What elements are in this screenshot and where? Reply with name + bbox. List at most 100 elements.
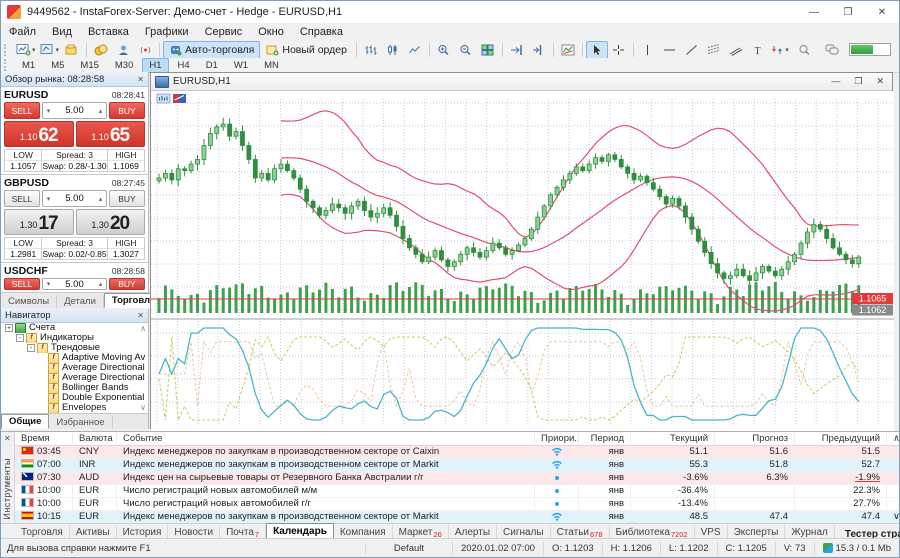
navigator-tab-Избранное[interactable]: Избранное bbox=[49, 416, 112, 429]
zoom-out-button[interactable] bbox=[455, 41, 477, 59]
calendar-event-row[interactable]: 07:30AUDИндекс цен на сырьевые товары от… bbox=[15, 472, 899, 485]
zoom-in-button[interactable] bbox=[433, 41, 455, 59]
volume-decrease-icon[interactable]: ▾ bbox=[43, 280, 54, 288]
auto-trading-toggle[interactable]: Авто-торговля bbox=[163, 41, 260, 59]
navigator-item-adaptive-moving-av[interactable]: fAdaptive Moving Av bbox=[1, 353, 148, 363]
sell-button[interactable]: SELL bbox=[4, 278, 40, 290]
volume-decrease-icon[interactable]: ▾ bbox=[43, 107, 54, 115]
timeframe-button-MN[interactable]: MN bbox=[257, 58, 286, 73]
signal-button[interactable] bbox=[134, 41, 156, 59]
navigator-item-трендовые[interactable]: -fТрендовые bbox=[1, 343, 148, 353]
search-icon[interactable] bbox=[793, 41, 815, 59]
sell-button[interactable]: SELL bbox=[4, 190, 40, 207]
menu-item-Файл[interactable]: Файл bbox=[1, 24, 44, 40]
timeframe-bar-grip[interactable] bbox=[4, 59, 11, 71]
navigator-item-double-exponential[interactable]: fDouble Exponential bbox=[1, 393, 148, 403]
market-watch-tab-Символы[interactable]: Символы bbox=[1, 295, 57, 308]
volume-stepper[interactable]: ▾ 5.00 ▴ bbox=[42, 278, 107, 290]
price-chart-canvas[interactable]: 1.10651.1062 bbox=[151, 91, 894, 431]
menu-item-Сервис[interactable]: Сервис bbox=[197, 24, 251, 40]
market-watch-tab-Детали[interactable]: Детали bbox=[57, 295, 104, 308]
crosshair-tool-button[interactable] bbox=[608, 41, 630, 59]
chart-minimize-button[interactable]: — bbox=[831, 76, 840, 87]
timeframe-button-M5[interactable]: M5 bbox=[44, 58, 71, 73]
bid-price[interactable]: 1.10 62 bbox=[4, 121, 74, 147]
navigator-tab-Общие[interactable]: Общие bbox=[1, 414, 49, 429]
scroll-down-icon[interactable]: ∨ bbox=[140, 282, 146, 291]
close-icon[interactable]: ✕ bbox=[4, 434, 11, 443]
indicators-button[interactable] bbox=[557, 41, 579, 59]
cursor-tool-button[interactable] bbox=[586, 41, 608, 59]
calendar-event-row[interactable]: 10:00EURЧисло регистраций новых автомоби… bbox=[15, 498, 899, 511]
volume-decrease-icon[interactable]: ▾ bbox=[43, 195, 54, 203]
navigator-item-счета[interactable]: +Счета bbox=[1, 323, 148, 333]
new-order-button[interactable]: Новый ордер bbox=[260, 41, 353, 59]
maximize-button[interactable]: ❐ bbox=[831, 1, 865, 23]
volume-stepper[interactable]: ▾ 5.00 ▴ bbox=[42, 190, 107, 207]
close-button[interactable]: ✕ bbox=[865, 1, 899, 23]
navigator-item-average-directional[interactable]: fAverage Directional bbox=[1, 373, 148, 383]
scroll-up-icon[interactable]: ∧ bbox=[887, 433, 899, 444]
navigator-item-envelopes[interactable]: fEnvelopes bbox=[1, 403, 148, 413]
calendar-event-row[interactable]: 07:00INRИндекс менеджеров по закупкам в … bbox=[15, 459, 899, 472]
toolbar-grip[interactable] bbox=[4, 44, 11, 56]
timeframe-button-W1[interactable]: W1 bbox=[227, 58, 255, 73]
navigator-item-индикаторы[interactable]: -fИндикаторы bbox=[1, 333, 148, 343]
menu-item-Вид[interactable]: Вид bbox=[44, 24, 80, 40]
status-profile[interactable]: Default bbox=[366, 542, 453, 555]
menu-item-Графики[interactable]: Графики bbox=[137, 24, 197, 40]
profiles-folder-button[interactable] bbox=[61, 41, 83, 59]
calendar-column-header[interactable]: Событие bbox=[117, 433, 535, 444]
algo-trading-button[interactable] bbox=[112, 41, 134, 59]
timeframe-button-M30[interactable]: M30 bbox=[108, 58, 140, 73]
tree-toggle-icon[interactable]: - bbox=[16, 334, 24, 342]
sell-button[interactable]: SELL bbox=[4, 102, 40, 119]
calendar-column-header[interactable]: Прогноз bbox=[715, 433, 795, 444]
ask-price[interactable]: 1.30 20 bbox=[76, 209, 146, 235]
horizontal-line-tool-button[interactable] bbox=[659, 41, 681, 59]
autoscroll-button[interactable] bbox=[506, 41, 528, 59]
navigator-item-average-directional[interactable]: fAverage Directional bbox=[1, 363, 148, 373]
close-icon[interactable]: ✕ bbox=[137, 311, 144, 320]
chart-close-button[interactable]: ✕ bbox=[876, 76, 884, 87]
scroll-down-icon[interactable]: ∨ bbox=[140, 403, 146, 412]
scroll-up-icon[interactable]: ∧ bbox=[140, 324, 146, 333]
calendar-column-header[interactable]: Время bbox=[15, 433, 73, 444]
trendline-tool-button[interactable] bbox=[681, 41, 703, 59]
timeframe-button-H1[interactable]: H1 bbox=[142, 58, 168, 73]
volume-value[interactable]: 5.00 bbox=[54, 193, 95, 204]
calendar-event-row[interactable]: 03:45CNYИндекс менеджеров по закупкам в … bbox=[15, 446, 899, 459]
calendar-column-header[interactable]: Текущий bbox=[631, 433, 715, 444]
chart-shift-button[interactable] bbox=[528, 41, 550, 59]
tree-toggle-icon[interactable]: + bbox=[5, 324, 13, 332]
volume-increase-icon[interactable]: ▴ bbox=[95, 107, 106, 115]
bar-chart-mode-button[interactable] bbox=[360, 41, 382, 59]
arrows-tool-button[interactable]: ▾ bbox=[769, 41, 791, 59]
timeframe-button-D1[interactable]: D1 bbox=[199, 58, 225, 73]
tree-toggle-icon[interactable]: - bbox=[27, 344, 35, 352]
menu-item-Окно[interactable]: Окно bbox=[250, 24, 292, 40]
fibonacci-tool-button[interactable] bbox=[703, 41, 725, 59]
calendar-event-row[interactable]: 10:00EURЧисло регистраций новых автомоби… bbox=[15, 485, 899, 498]
menu-item-Вставка[interactable]: Вставка bbox=[80, 24, 137, 40]
volume-increase-icon[interactable]: ▴ bbox=[95, 280, 106, 288]
minimize-button[interactable]: — bbox=[797, 1, 831, 23]
timeframe-button-M15[interactable]: M15 bbox=[73, 58, 105, 73]
vertical-line-tool-button[interactable] bbox=[637, 41, 659, 59]
calendar-column-header[interactable]: Приори... bbox=[535, 433, 579, 444]
calendar-column-header[interactable]: Предыдущий bbox=[795, 433, 887, 444]
volume-value[interactable]: 5.00 bbox=[54, 105, 95, 116]
timeframe-button-H4[interactable]: H4 bbox=[171, 58, 197, 73]
buy-button[interactable]: BUY bbox=[109, 102, 145, 119]
volume-stepper[interactable]: ▾ 5.00 ▴ bbox=[42, 102, 107, 119]
menu-item-Справка[interactable]: Справка bbox=[292, 24, 351, 40]
line-chart-mode-button[interactable] bbox=[404, 41, 426, 59]
candlestick-mode-button[interactable] bbox=[382, 41, 404, 59]
close-icon[interactable]: ✕ bbox=[137, 75, 144, 84]
tile-windows-button[interactable] bbox=[477, 41, 499, 59]
deposit-button[interactable] bbox=[90, 41, 112, 59]
text-tool-button[interactable]: T bbox=[747, 41, 769, 59]
new-chart-button[interactable]: ▾ bbox=[14, 41, 38, 59]
buy-button[interactable]: BUY bbox=[109, 190, 145, 207]
chat-icon[interactable] bbox=[821, 41, 843, 59]
